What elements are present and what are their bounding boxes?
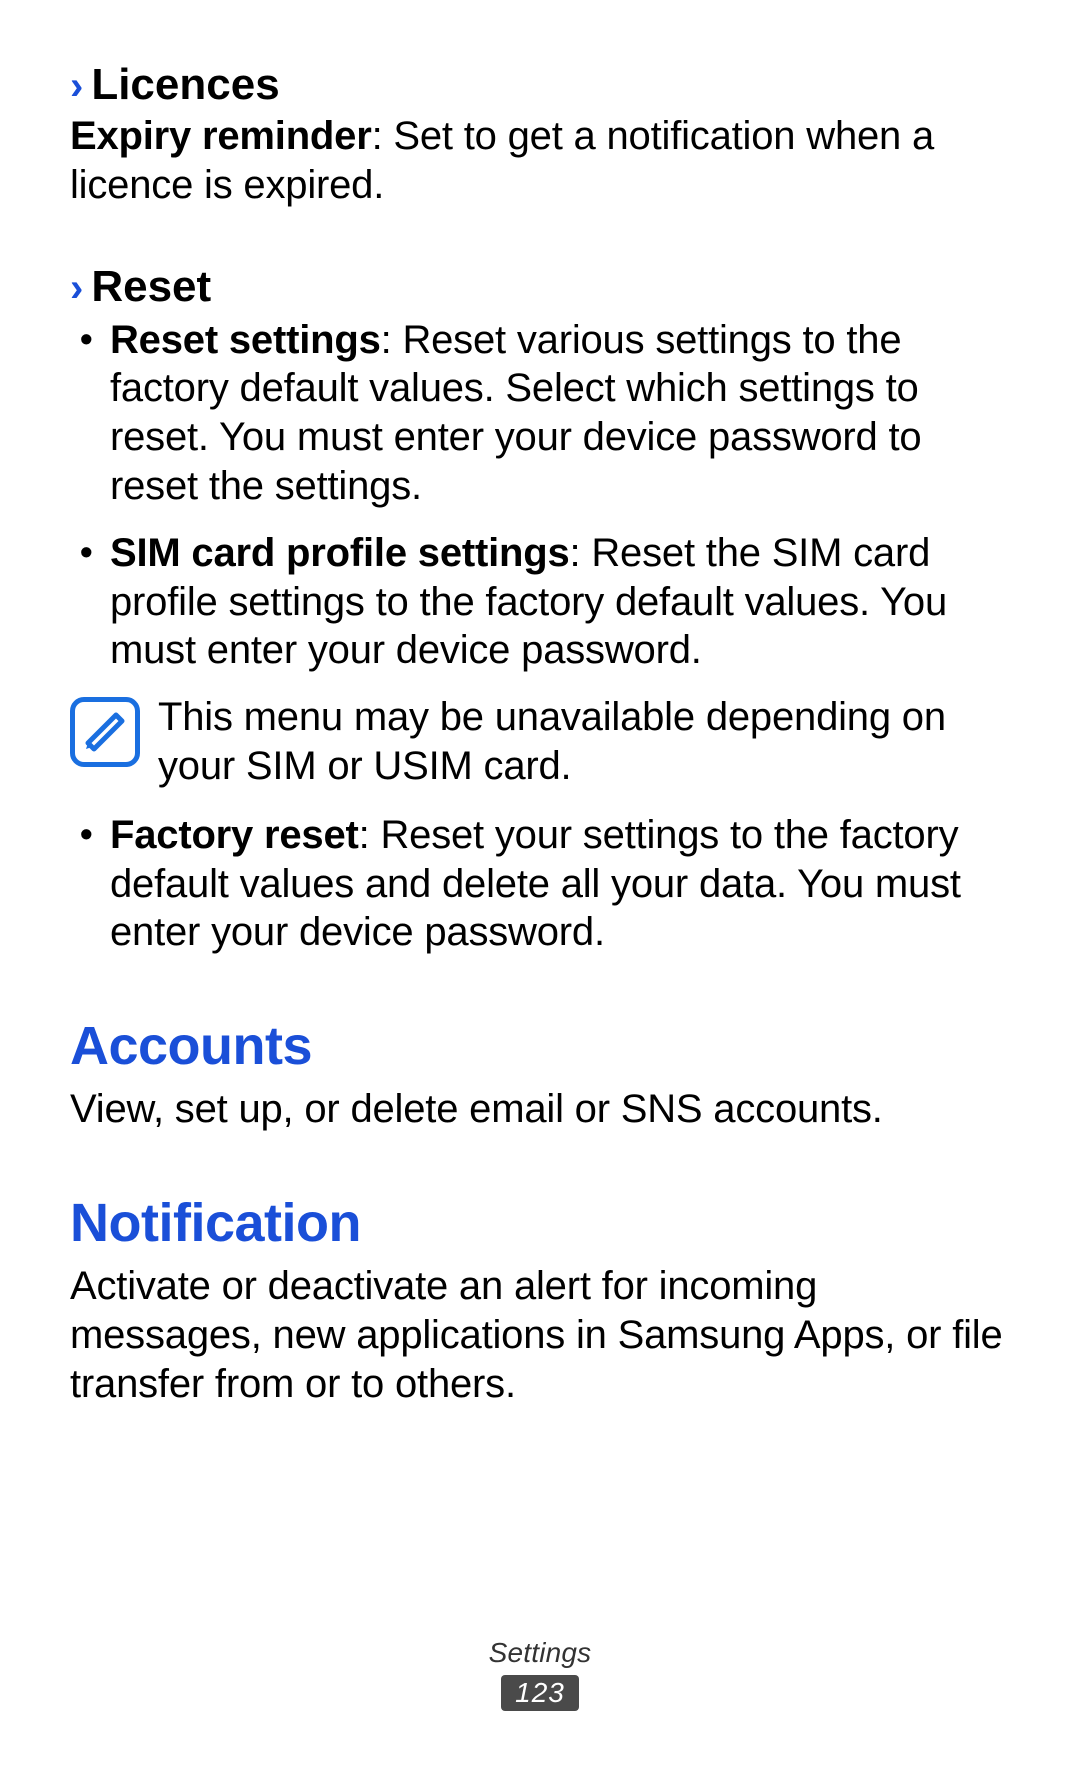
note-text: This menu may be unavailable depending o… — [158, 693, 1010, 791]
reset-heading: › Reset — [70, 262, 1010, 312]
list-item: Reset settings: Reset various settings t… — [110, 316, 1010, 511]
chevron-right-icon: › — [70, 66, 83, 106]
item-term: SIM card profile settings — [110, 531, 570, 575]
notification-heading: Notification — [70, 1192, 1010, 1254]
licences-heading: › Licences — [70, 60, 1010, 110]
list-item: Factory reset: Reset your settings to th… — [110, 811, 1010, 957]
note-row: This menu may be unavailable depending o… — [70, 693, 1010, 791]
chevron-right-icon: › — [70, 268, 83, 308]
page-number-badge: 123 — [501, 1675, 579, 1711]
licences-label: Licences — [91, 60, 279, 110]
reset-list-2: Factory reset: Reset your settings to th… — [70, 811, 1010, 957]
notification-body: Activate or deactivate an alert for inco… — [70, 1262, 1010, 1408]
footer-section-label: Settings — [0, 1637, 1080, 1669]
accounts-heading: Accounts — [70, 1015, 1010, 1077]
note-icon — [70, 697, 140, 767]
list-item: SIM card profile settings: Reset the SIM… — [110, 529, 1010, 675]
licences-expiry-text: Expiry reminder: Set to get a notificati… — [70, 112, 1010, 210]
reset-label: Reset — [91, 262, 211, 312]
item-term: Factory reset — [110, 813, 359, 857]
accounts-body: View, set up, or delete email or SNS acc… — [70, 1085, 1010, 1134]
page-footer: Settings 123 — [0, 1637, 1080, 1711]
item-term: Reset settings — [110, 318, 381, 362]
reset-list: Reset settings: Reset various settings t… — [70, 316, 1010, 676]
expiry-term: Expiry reminder — [70, 114, 372, 158]
